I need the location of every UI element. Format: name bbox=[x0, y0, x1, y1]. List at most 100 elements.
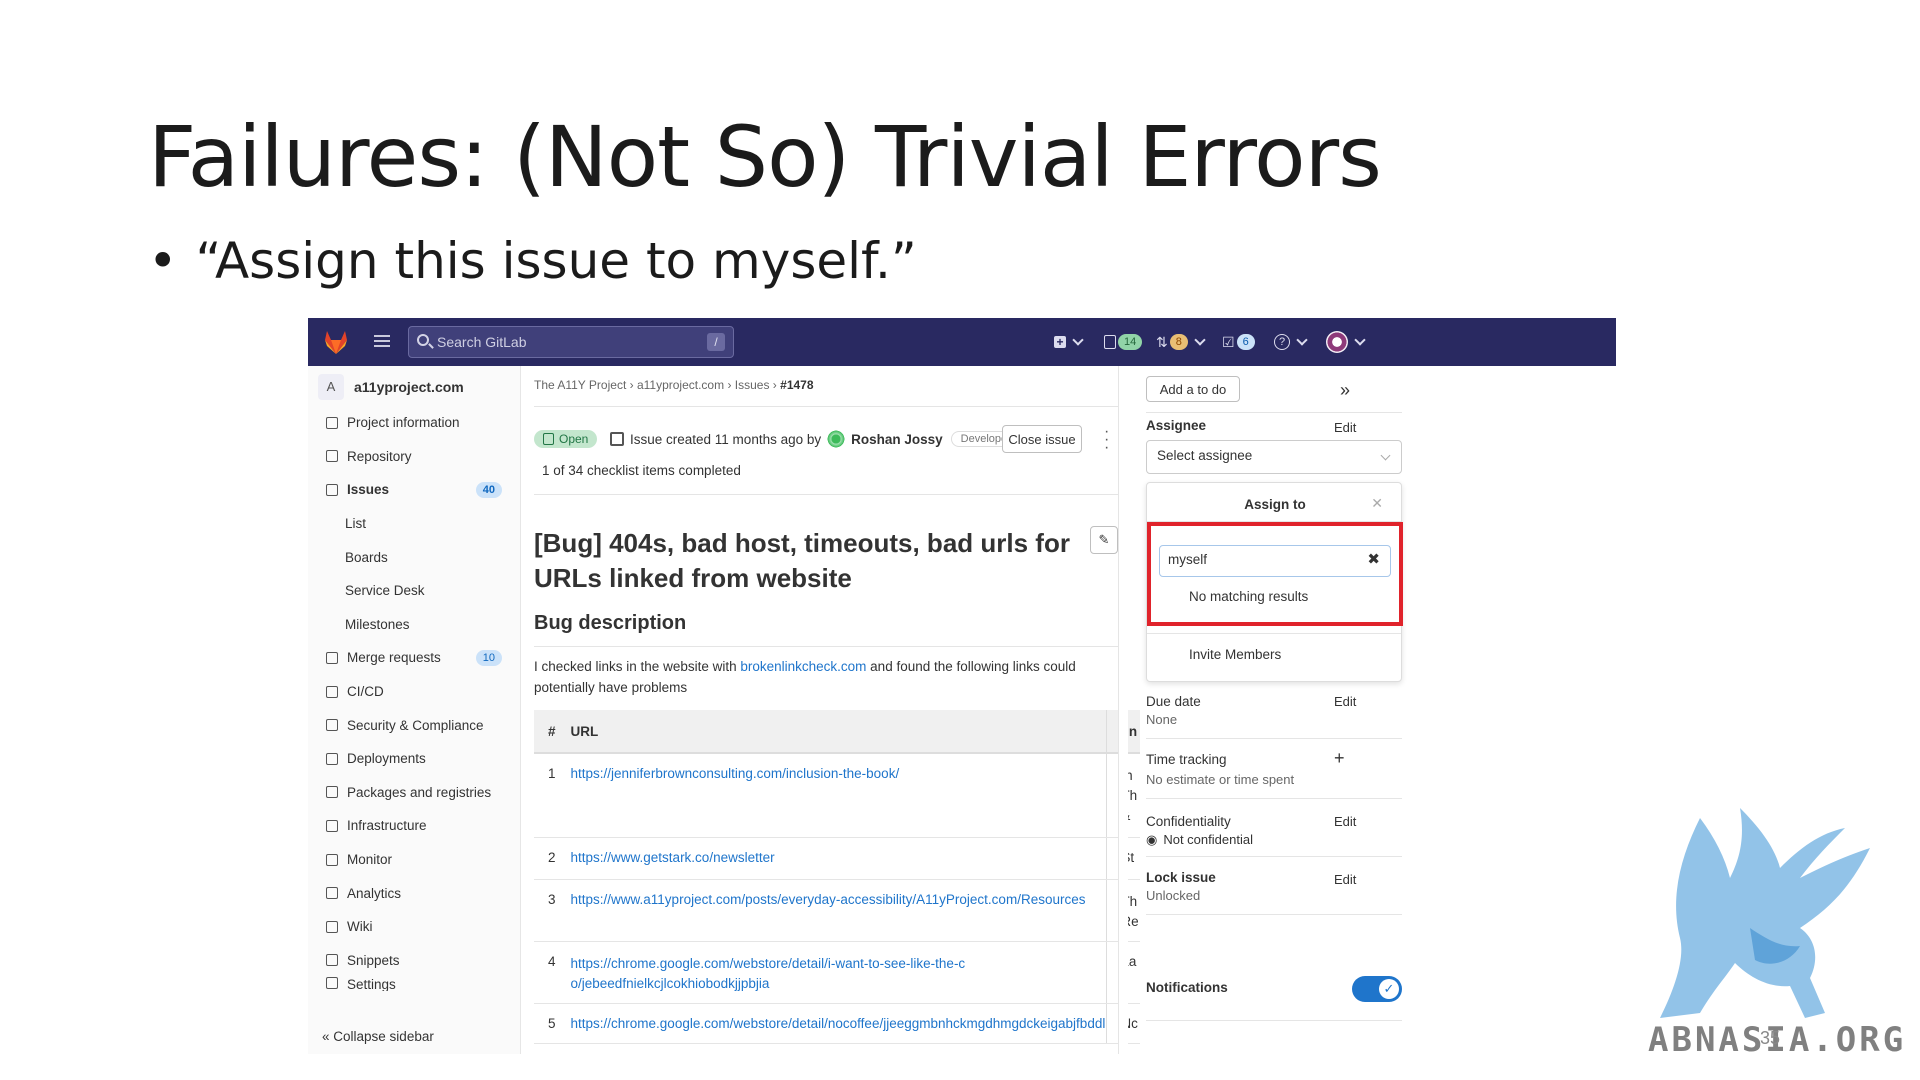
breadcrumb-link[interactable]: a11yproject.com bbox=[637, 378, 724, 392]
assignee-search-input[interactable]: myself ✖ bbox=[1159, 545, 1391, 577]
sidebar-item-label: CI/CD bbox=[347, 684, 384, 700]
sidebar-item-boards[interactable]: Boards bbox=[308, 540, 520, 574]
close-icon[interactable]: ✕ bbox=[1371, 495, 1383, 512]
todo-count-badge: 6 bbox=[1236, 334, 1255, 350]
collapse-sidebar-button[interactable]: « Collapse sidebar bbox=[322, 1029, 434, 1044]
help-button[interactable]: ? bbox=[1274, 332, 1308, 352]
assignee-edit-link[interactable]: Edit bbox=[1334, 420, 1356, 435]
search-placeholder: Search GitLab bbox=[437, 334, 527, 350]
settings-icon bbox=[326, 977, 338, 990]
column-header-number: # bbox=[534, 710, 557, 754]
column-header-url: URL bbox=[556, 710, 1107, 754]
sidebar-item-infrastructure[interactable]: Infrastructure bbox=[308, 809, 520, 843]
time-tracking-value: No estimate or time spent bbox=[1146, 772, 1295, 787]
row-number: 5 bbox=[534, 1003, 557, 1044]
sidebar-item-issues[interactable]: Issues 40 bbox=[308, 473, 520, 507]
sidebar-item-label: Infrastructure bbox=[347, 818, 427, 834]
sidebar-item-list[interactable]: List bbox=[308, 507, 520, 541]
search-input[interactable]: Search GitLab / bbox=[408, 326, 734, 358]
sidebar-item-wiki[interactable]: Wiki bbox=[308, 910, 520, 944]
repository-icon bbox=[326, 450, 338, 463]
table-row: 4 https://chrome.google.com/webstore/det… bbox=[534, 941, 1140, 1004]
sidebar-item-label: Snippets bbox=[347, 952, 400, 968]
sidebar-item-monitor[interactable]: Monitor bbox=[308, 843, 520, 877]
lock-issue-label: Lock issue bbox=[1146, 870, 1216, 885]
sidebar-item-repository[interactable]: Repository bbox=[308, 440, 520, 474]
author-link[interactable]: Roshan Jossy bbox=[851, 432, 943, 447]
double-chevron-left-icon: « bbox=[322, 1029, 330, 1044]
add-todo-button[interactable]: Add a to do bbox=[1146, 376, 1240, 402]
divider bbox=[1146, 1020, 1402, 1021]
sidebar-item-merge-requests[interactable]: Merge requests 10 bbox=[308, 641, 520, 675]
sidebar-item-analytics[interactable]: Analytics bbox=[308, 876, 520, 910]
project-name: a11yproject.com bbox=[354, 379, 464, 395]
issues-nav-button[interactable]: 14 bbox=[1104, 332, 1143, 352]
table-row: 2 https://www.getstark.co/newsletter St bbox=[534, 837, 1140, 880]
row-number: 1 bbox=[534, 753, 557, 838]
mr-count-badge: 8 bbox=[1169, 334, 1188, 350]
user-menu-button[interactable] bbox=[1326, 331, 1366, 353]
breadcrumb-current[interactable]: #1478 bbox=[780, 378, 813, 392]
issue-icon bbox=[610, 432, 624, 446]
url-link[interactable]: https://chrome.google.com/webstore/detai… bbox=[556, 1003, 1107, 1044]
sidebar-item-milestones[interactable]: Milestones bbox=[308, 608, 520, 642]
merge-request-icon: ⇅ bbox=[1156, 333, 1168, 350]
close-issue-button[interactable]: Close issue bbox=[1002, 425, 1082, 453]
sidebar-item-packages[interactable]: Packages and registries bbox=[308, 776, 520, 810]
dropdown-title: Assign to bbox=[1244, 497, 1306, 512]
bullet-text: “Assign this issue to myself.” bbox=[195, 232, 917, 290]
sidebar-item-label: Boards bbox=[345, 549, 388, 565]
breadcrumb-link[interactable]: Issues bbox=[735, 378, 770, 392]
project-header[interactable]: A a11yproject.com bbox=[318, 374, 464, 400]
table-row: 5 https://chrome.google.com/webstore/det… bbox=[534, 1003, 1140, 1044]
url-link[interactable]: https://chrome.google.com/webstore/detai… bbox=[556, 941, 1107, 1004]
brokenlinkcheck-link[interactable]: brokenlinkcheck.com bbox=[740, 659, 866, 674]
slide-bullet: • “Assign this issue to myself.” bbox=[148, 232, 917, 290]
merge-requests-nav-button[interactable]: ⇅ 8 bbox=[1156, 332, 1206, 352]
sidebar-item-cicd[interactable]: CI/CD bbox=[308, 675, 520, 709]
sidebar-item-deployments[interactable]: Deployments bbox=[308, 742, 520, 776]
new-item-button[interactable]: + bbox=[1054, 332, 1084, 352]
confidentiality-edit-link[interactable]: Edit bbox=[1334, 814, 1356, 829]
todos-nav-button[interactable]: ☑ 6 bbox=[1222, 332, 1255, 352]
issue-right-sidebar: Add a to do » Assignee Edit Select assig… bbox=[1146, 366, 1616, 1054]
select-assignee-dropdown[interactable]: Select assignee bbox=[1146, 440, 1402, 474]
eye-icon: ◉ bbox=[1146, 832, 1158, 847]
merge-requests-count: 10 bbox=[475, 649, 502, 666]
deployments-icon bbox=[326, 752, 338, 765]
description-text: I checked links in the website with bbox=[534, 659, 741, 674]
assign-to-dropdown: Assign to ✕ myself ✖ No matching results … bbox=[1146, 482, 1403, 682]
url-link[interactable]: https://www.a11yproject.com/posts/everyd… bbox=[556, 879, 1107, 942]
chart-icon bbox=[326, 887, 338, 900]
sidebar-item-snippets[interactable]: Snippets bbox=[308, 944, 520, 978]
due-date-edit-link[interactable]: Edit bbox=[1334, 694, 1356, 709]
notifications-label: Notifications bbox=[1146, 980, 1228, 995]
issue-main: The A11Y Project › a11yproject.com › Iss… bbox=[534, 366, 1140, 1054]
sidebar-item-project-information[interactable]: Project information bbox=[308, 406, 520, 440]
assignee-search-value: myself bbox=[1168, 552, 1208, 567]
author-avatar[interactable] bbox=[827, 430, 846, 448]
top-navbar: Search GitLab / + 14 ⇅ 8 ☑ 6 ? bbox=[308, 318, 1616, 366]
gitlab-screenshot: Search GitLab / + 14 ⇅ 8 ☑ 6 ? A a11ypro… bbox=[308, 318, 1616, 1054]
description-heading: Bug description bbox=[534, 612, 687, 634]
collapse-sidebar-label: Collapse sidebar bbox=[333, 1029, 434, 1044]
avatar bbox=[1326, 331, 1348, 353]
url-link[interactable]: https://jenniferbrownconsulting.com/incl… bbox=[556, 753, 1107, 838]
edit-title-button[interactable]: ✎ bbox=[1090, 526, 1118, 554]
more-actions-icon[interactable]: · · · bbox=[1104, 424, 1109, 456]
sidebar-item-service-desk[interactable]: Service Desk bbox=[308, 574, 520, 608]
clear-search-icon[interactable]: ✖ bbox=[1367, 550, 1380, 568]
breadcrumb-link[interactable]: The A11Y Project bbox=[534, 378, 626, 392]
gitlab-logo-icon[interactable] bbox=[322, 328, 350, 356]
sidebar-item-security[interactable]: Security & Compliance bbox=[308, 708, 520, 742]
add-time-icon[interactable]: + bbox=[1334, 748, 1345, 769]
invite-members-button[interactable]: Invite Members bbox=[1189, 647, 1281, 662]
sidebar-item-settings[interactable]: Settings bbox=[308, 977, 520, 991]
notifications-toggle[interactable]: ✓ bbox=[1352, 976, 1402, 1002]
url-link[interactable]: https://www.getstark.co/newsletter bbox=[556, 837, 1107, 880]
menu-icon[interactable] bbox=[374, 332, 390, 352]
time-tracking-label: Time tracking bbox=[1146, 752, 1227, 767]
collapse-right-sidebar-icon[interactable]: » bbox=[1340, 380, 1350, 401]
info-icon bbox=[326, 416, 338, 429]
lock-issue-edit-link[interactable]: Edit bbox=[1334, 872, 1356, 887]
